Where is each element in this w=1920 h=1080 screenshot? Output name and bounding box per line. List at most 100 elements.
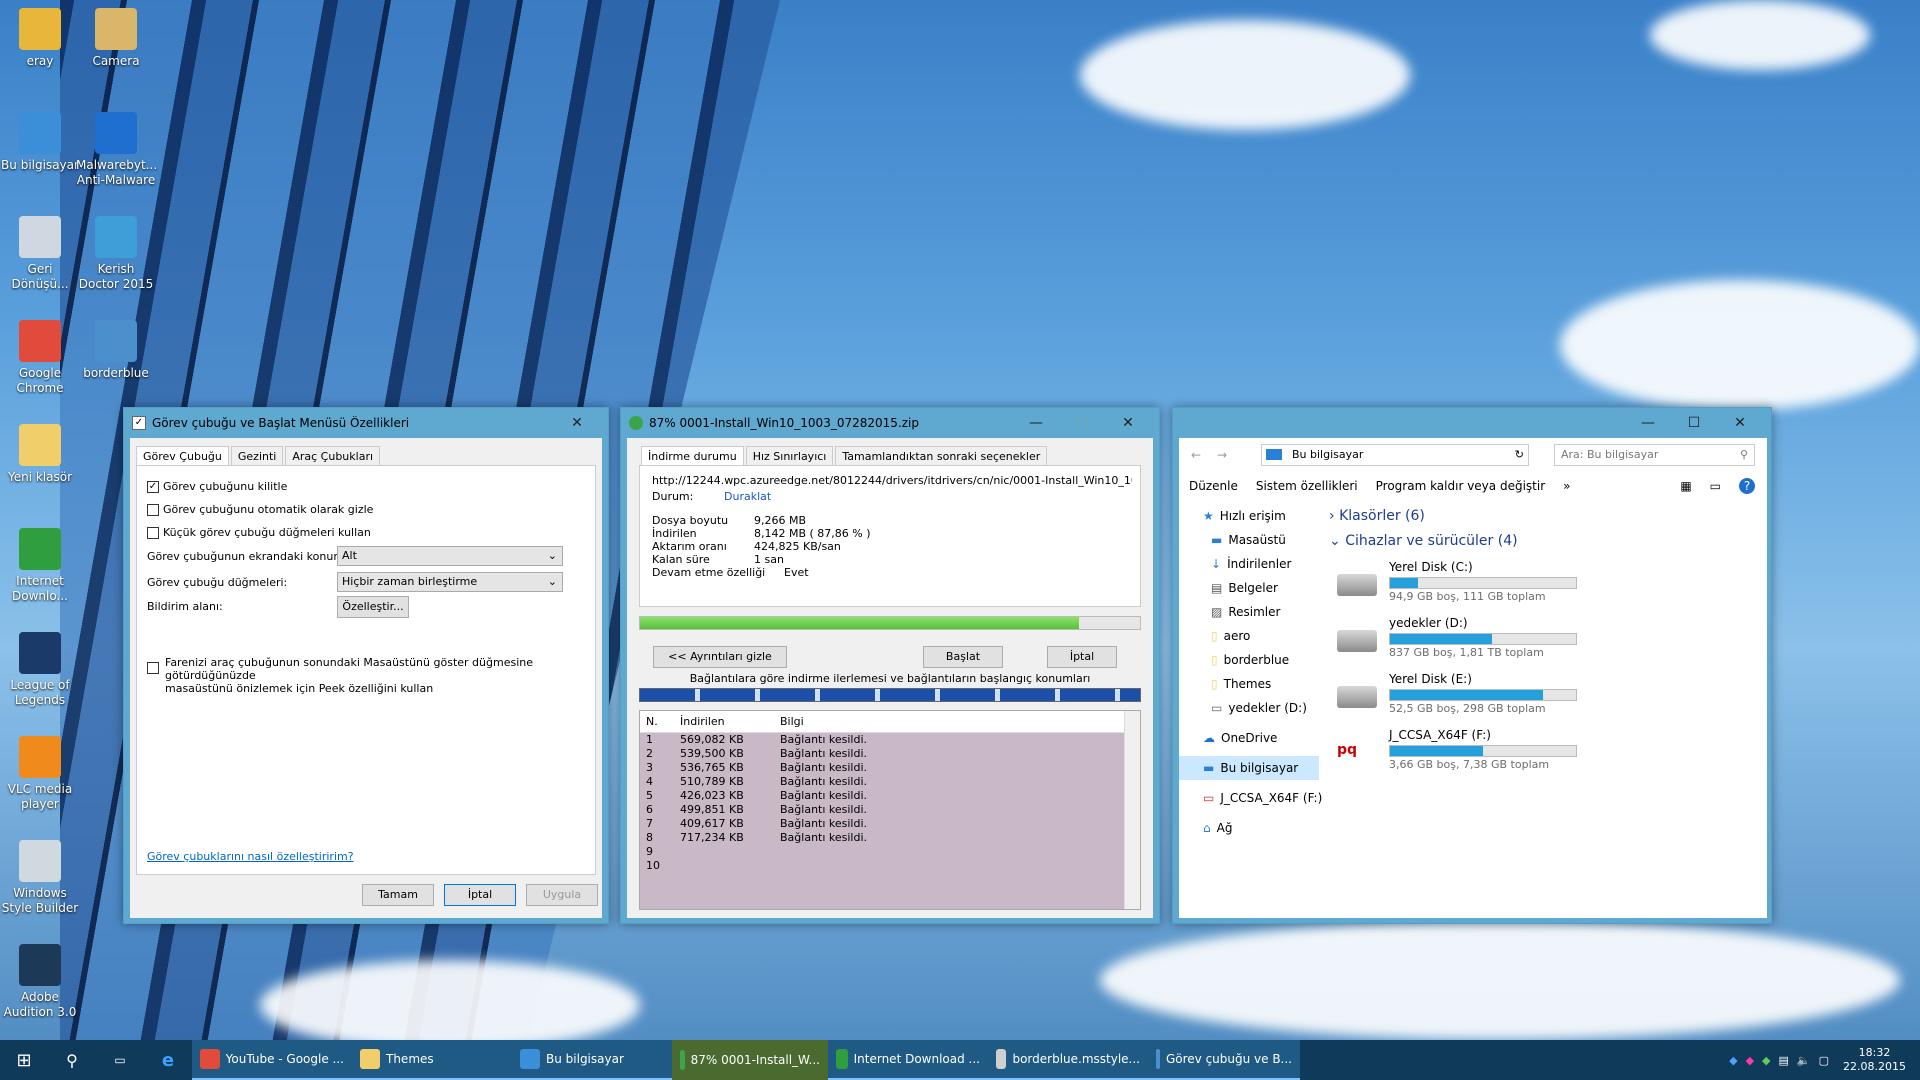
autohide-option[interactable]: Görev çubuğunu otomatik olarak gizle [147,503,373,516]
more-button[interactable]: » [1563,479,1570,493]
search-input[interactable]: Ara: Bu bilgisayar ⚲ [1554,444,1755,466]
start-button[interactable]: ⊞ [0,1040,48,1080]
drive-item[interactable]: yedekler (D:) 837 GB boş, 1,81 TB toplam [1329,616,1729,668]
scrollbar[interactable] [1124,711,1140,909]
tab-toolbars[interactable]: Araç Çubukları [285,446,381,466]
address-bar[interactable]: Bu bilgisayar ↻ [1261,444,1529,466]
table-row[interactable]: 9 [640,845,1140,859]
taskbar-item[interactable]: Bu bilgisayar [512,1040,672,1080]
lock-option[interactable]: ✓ Görev çubuğunu kilitle [147,480,287,493]
taskbar-item[interactable]: Themes [352,1040,512,1080]
help-link[interactable]: Görev çubuklarını nasıl özelleştiririm? [147,850,354,863]
tab-download-status[interactable]: İndirme durumu [641,446,744,466]
cancel-button[interactable]: İptal [1047,646,1117,668]
refresh-icon[interactable]: ↻ [1515,445,1524,465]
nav-item[interactable]: ▬ Bu bilgisayar [1179,756,1319,780]
action-center-icon[interactable]: ▢ [1819,1054,1829,1067]
taskbar-item[interactable]: 87% 0001-Install_W... [672,1040,828,1080]
desktop-icon[interactable]: VLC media player [0,736,80,812]
title-bar[interactable]: 87% 0001-Install_Win10_1003_07282015.zip… [621,408,1159,438]
view-icon[interactable]: ▦ [1680,479,1691,493]
malwarebytes-tray-icon[interactable]: ◆ [1729,1054,1737,1067]
nav-item[interactable]: ▬ Masaüstü [1211,528,1319,552]
small-buttons-checkbox[interactable] [147,527,159,539]
nav-item[interactable]: ↓ İndirilenler [1211,552,1319,576]
desktop-icon[interactable]: Kerish Doctor 2015 [76,216,156,292]
desktop-icon[interactable]: Geri Dönüşü... [0,216,80,292]
nav-item[interactable]: ▯ Themes [1211,672,1319,696]
nav-item[interactable]: ▯ aero [1211,624,1319,648]
table-row[interactable]: 3 536,765 KB Bağlantı kesildi. [640,761,1140,775]
nav-item[interactable]: ▭ yedekler (D:) [1211,696,1319,720]
folders-header[interactable]: › Klasörler (6) [1329,508,1425,524]
desktop-icon[interactable]: Camera [76,8,156,69]
tab-completion-options[interactable]: Tamamlandıktan sonraki seçenekler [835,446,1048,466]
maximize-icon[interactable]: ☐ [1059,415,1105,431]
organize-button[interactable]: Düzenle [1189,479,1238,493]
ok-button[interactable]: Tamam [362,884,434,906]
desktop-icon[interactable]: Malwarebyt... Anti-Malware [76,112,157,188]
drive-item[interactable]: Yerel Disk (E:) 52,5 GB boş, 298 GB topla… [1329,672,1729,724]
table-row[interactable]: 6 499,851 KB Bağlantı kesildi. [640,803,1140,817]
buttons-select[interactable]: Hiçbir zaman birleştirme ⌄ [337,572,563,592]
taskbar-item[interactable]: YouTube - Google ... [192,1040,352,1080]
help-icon[interactable]: ? [1739,478,1755,494]
forward-icon[interactable]: → [1217,448,1227,462]
network-icon[interactable]: ▤ [1779,1054,1789,1067]
nav-item[interactable]: ⌂ Ağ [1203,816,1319,840]
desktop-icon[interactable]: Internet Downlo... [0,528,80,604]
col-downloaded[interactable]: İndirilen [674,711,774,732]
idm-tray-icon[interactable]: ◆ [1762,1054,1770,1067]
desktop-icon[interactable]: eray [0,8,80,69]
desktop-icon[interactable]: Adobe Audition 3.0 [0,944,80,1020]
tray-icon[interactable]: ◆ [1746,1054,1754,1067]
table-row[interactable]: 7 409,617 KB Bağlantı kesildi. [640,817,1140,831]
apply-button[interactable]: Uygula [526,884,598,906]
taskbar-item[interactable]: Görev çubuğu ve B... [1148,1040,1300,1080]
table-row[interactable]: 1 569,082 KB Bağlantı kesildi. [640,733,1140,747]
small-buttons-option[interactable]: Küçük görev çubuğu düğmeleri kullan [147,526,371,539]
system-properties-button[interactable]: Sistem özellikleri [1256,479,1358,493]
table-row[interactable]: 2 539,500 KB Bağlantı kesildi. [640,747,1140,761]
col-number[interactable]: N. [640,711,674,732]
nav-item[interactable]: ▯ borderblue [1211,648,1319,672]
close-icon[interactable]: ✕ [554,415,600,431]
desktop-icon[interactable]: Bu bilgisayar [0,112,80,173]
uninstall-button[interactable]: Program kaldır veya değiştir [1376,479,1546,493]
minimize-icon[interactable]: — [1625,415,1671,431]
nav-item[interactable]: ★ Hızlı erişim [1203,504,1319,528]
table-row[interactable]: 5 426,023 KB Bağlantı kesildi. [640,789,1140,803]
back-icon[interactable]: ← [1191,448,1201,462]
task-view-icon[interactable]: ▭ [96,1040,144,1080]
hide-details-button[interactable]: << Ayrıntıları gizle [653,646,787,668]
peek-checkbox[interactable] [147,662,159,674]
col-info[interactable]: Bilgi [774,711,1140,732]
preview-pane-icon[interactable]: ▭ [1710,479,1721,493]
clock[interactable]: 18:32 22.08.2015 [1843,1046,1906,1074]
start-button[interactable]: Başlat [923,646,1003,668]
close-icon[interactable]: ✕ [1717,415,1763,431]
tab-taskbar[interactable]: Görev Çubuğu [136,446,229,466]
edge-icon[interactable]: e [144,1040,192,1080]
table-row[interactable]: 10 [640,859,1140,873]
devices-header[interactable]: ⌄ Cihazlar ve sürücüler (4) [1329,533,1518,549]
nav-item[interactable]: ▨ Resimler [1211,600,1319,624]
close-icon[interactable]: ✕ [1105,415,1151,431]
drive-item[interactable]: pq J_CCSA_X64F (F:) 3,66 GB boş, 7,38 GB t… [1329,728,1729,780]
drive-item[interactable]: Yerel Disk (C:) 94,9 GB boş, 111 GB topla… [1329,560,1729,612]
autohide-checkbox[interactable] [147,504,159,516]
table-row[interactable]: 8 717,234 KB Bağlantı kesildi. [640,831,1140,845]
nav-item[interactable]: ▤ Belgeler [1211,576,1319,600]
volume-icon[interactable]: 🔈 [1797,1054,1811,1067]
location-select[interactable]: Alt ⌄ [337,546,563,566]
cancel-button[interactable]: İptal [444,884,516,906]
taskbar-item[interactable]: borderblue.msstyle... [988,1040,1148,1080]
desktop-icon[interactable]: Windows Style Builder [0,840,80,916]
minimize-icon[interactable]: — [1013,415,1059,431]
desktop-icon[interactable]: borderblue [76,320,156,381]
search-icon[interactable]: ⚲ [48,1040,96,1080]
desktop-icon[interactable]: Google Chrome [0,320,80,396]
title-bar[interactable]: ✓ Görev çubuğu ve Başlat Menüsü Özellikl… [124,408,608,438]
desktop-icon[interactable]: Yeni klasör [0,424,80,485]
title-bar[interactable]: — ☐ ✕ [1173,408,1771,438]
